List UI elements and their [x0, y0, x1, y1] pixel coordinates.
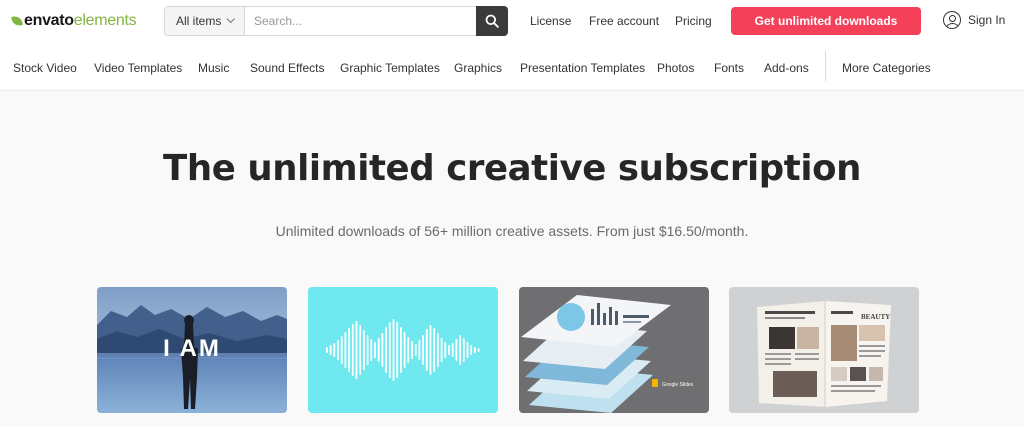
waveform-bar [359, 325, 362, 375]
magazine-thumbnail: BEAUTY [757, 301, 891, 407]
pricing-link[interactable]: Pricing [675, 14, 712, 28]
logo-elements-text: elements [73, 12, 137, 29]
stock-video-thumbnail: I AM [97, 287, 287, 413]
waveform-bar [377, 338, 380, 362]
user-icon [943, 11, 961, 29]
waveform-bar [440, 338, 443, 362]
google-slides-icon [652, 379, 658, 387]
waveform-bar [418, 340, 421, 360]
nav-fonts[interactable]: Fonts [714, 61, 744, 75]
waveform-bar [437, 333, 439, 367]
category-dropdown-label: All items [176, 14, 222, 28]
logo-envato-text: envato [24, 12, 74, 29]
nav-more-categories[interactable]: More Categories [842, 61, 931, 75]
waveform-bar [363, 330, 365, 370]
nav-presentation-templates[interactable]: Presentation Templates [520, 61, 645, 75]
nav-sound-effects[interactable]: Sound Effects [250, 61, 325, 75]
waveform-bar [400, 327, 402, 373]
category-nav: Stock Video Video Templates Music Sound … [0, 42, 1024, 91]
envato-elements-logo[interactable]: envato elements [11, 11, 137, 31]
waveform-bar [351, 324, 354, 376]
nav-music[interactable]: Music [198, 61, 229, 75]
magazine-template-card[interactable]: BEAUTY [729, 287, 919, 413]
waveform-bar [381, 333, 384, 367]
waveform-graphic [326, 319, 480, 381]
waveform-bar [374, 342, 376, 358]
nav-video-templates[interactable]: Video Templates [94, 61, 182, 75]
waveform-bar [337, 340, 339, 360]
waveform-bar [448, 345, 450, 355]
waveform-bar [462, 338, 465, 362]
stock-video-overlay-text: I AM [163, 335, 221, 362]
waveform-bar [414, 344, 417, 356]
free-account-link[interactable]: Free account [589, 14, 659, 28]
nav-graphic-templates[interactable]: Graphic Templates [340, 61, 440, 75]
google-slides-badge: Google Slides [662, 382, 694, 388]
waveform-bar [392, 319, 395, 381]
nav-photos[interactable]: Photos [657, 61, 694, 75]
leaf-icon [11, 15, 23, 27]
waveform-bar [425, 329, 428, 371]
presentation-card[interactable]: Google Slides [519, 287, 709, 413]
waveform-bar [366, 335, 369, 365]
presentation-thumbnail: Google Slides [521, 295, 694, 413]
waveform-bar [333, 343, 336, 357]
nav-graphics[interactable]: Graphics [454, 61, 502, 75]
nav-add-ons[interactable]: Add-ons [764, 61, 809, 75]
nav-stock-video[interactable]: Stock Video [13, 61, 77, 75]
waveform-bar [455, 339, 458, 361]
magazine-heading: BEAUTY [861, 313, 890, 321]
search-input[interactable] [245, 7, 476, 35]
waveform-bar [466, 342, 469, 358]
waveform-bar [451, 343, 454, 357]
sign-in-label: Sign In [968, 13, 1006, 27]
waveform-bar [385, 327, 387, 373]
hero-title: The unlimited creative subscription [163, 148, 861, 189]
waveform-bar [344, 332, 347, 368]
search-button[interactable] [476, 6, 508, 36]
waveform-bar [329, 345, 332, 355]
category-dropdown[interactable]: All items [165, 7, 245, 35]
get-unlimited-downloads-button[interactable]: Get unlimited downloads [731, 7, 921, 35]
search-bar: All items [164, 6, 508, 36]
waveform-bar [411, 341, 413, 359]
waveform-bar [422, 335, 424, 365]
stock-video-card[interactable]: I AM [97, 287, 287, 413]
waveform-bar [355, 321, 358, 379]
search-icon [485, 14, 499, 28]
waveform-bar [403, 332, 406, 368]
waveform-bar [326, 347, 328, 353]
chevron-down-icon [226, 14, 236, 24]
waveform-bar [470, 345, 473, 355]
waveform-bar [474, 347, 476, 353]
waveform-bar [370, 339, 373, 361]
waveform-bar [348, 328, 350, 372]
music-card[interactable] [308, 287, 498, 413]
waveform-bar [407, 337, 410, 363]
waveform-bar [429, 325, 432, 375]
license-link[interactable]: License [530, 14, 571, 28]
waveform-bar [433, 328, 436, 372]
waveform-bar [396, 322, 399, 378]
waveform-bar [477, 348, 480, 352]
waveform-bar [459, 335, 461, 365]
waveform-bar [340, 336, 343, 364]
top-bar: envato elements All items License Free a… [0, 0, 1024, 42]
waveform-bar [444, 342, 447, 358]
sign-in-button[interactable]: Sign In [943, 11, 1005, 29]
nav-divider [825, 51, 826, 81]
waveform-bar [388, 322, 391, 378]
hero-subtitle: Unlimited downloads of 56+ million creat… [275, 223, 749, 239]
